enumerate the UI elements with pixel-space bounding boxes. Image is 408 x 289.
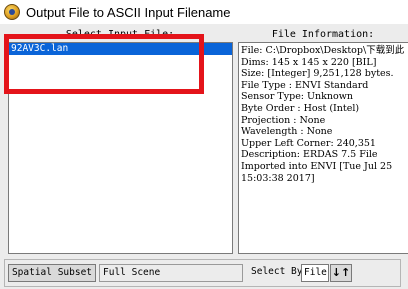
- info-line-imported: Imported into ENVI [Tue Jul 25: [241, 160, 393, 172]
- envi-globe-icon: [4, 4, 20, 20]
- spatial-subset-value: Full Scene: [99, 264, 243, 282]
- info-line-sensor-type: Sensor Type: Unknown: [241, 91, 354, 103]
- select-by-dropdown[interactable]: File: [301, 264, 329, 282]
- red-highlight-box: [4, 34, 204, 94]
- file-information-header: File Information:: [271, 29, 375, 40]
- info-line-file-type: File Type : ENVI Standard: [241, 79, 369, 91]
- info-line-size: Size: [Integer] 9,251,128 bytes.: [241, 68, 394, 80]
- info-line-byte-order: Byte Order : Host (Intel): [241, 102, 360, 114]
- info-line-projection: Projection : None: [241, 114, 326, 126]
- file-information-text: File: C:\Dropbox\Desktop\下载到此 Dims: 145 …: [238, 42, 408, 254]
- file-information-panel: File Information: File: C:\Dropbox\Deskt…: [238, 28, 408, 258]
- info-line-dims: Dims: 145 x 145 x 220 [BIL]: [241, 56, 377, 68]
- info-line-wavelength: Wavelength : None: [241, 126, 333, 138]
- select-by-label: Select By: [251, 266, 303, 277]
- title-bar: Output File to ASCII Input Filename: [0, 0, 408, 24]
- window-title: Output File to ASCII Input Filename: [26, 4, 231, 20]
- bottom-options-bar: Spatial Subset Full Scene Select By File…: [0, 257, 408, 289]
- info-line-description: Description: ERDAS 7.5 File: [241, 149, 378, 161]
- info-line-file: File: C:\Dropbox\Desktop\下载到此: [241, 45, 405, 56]
- sort-arrows-icon[interactable]: ↓↑: [330, 264, 352, 282]
- dialog-body: Select Input File: 92AV3C.lan File Infor…: [0, 24, 408, 289]
- info-line-upper-left-corner: Upper Left Corner: 240,351: [241, 137, 376, 149]
- spatial-subset-button[interactable]: Spatial Subset: [8, 264, 96, 282]
- info-line-imported-time: 15:03:38 2017]: [241, 172, 315, 184]
